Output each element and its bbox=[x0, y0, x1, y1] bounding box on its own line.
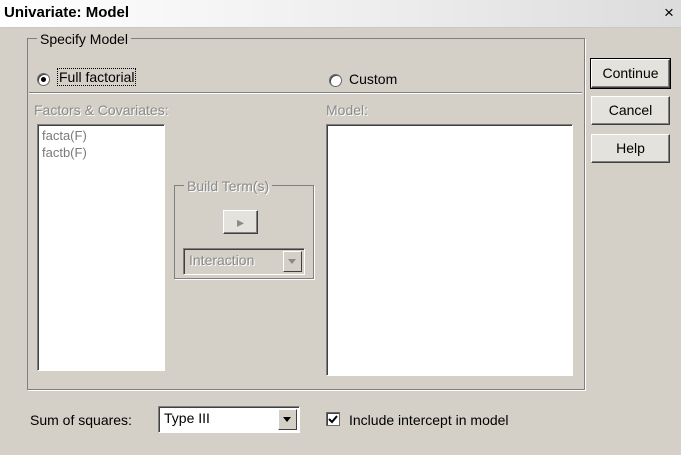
include-intercept-label[interactable]: Include intercept in model bbox=[349, 412, 509, 428]
group-separator bbox=[29, 92, 582, 94]
title-bar: Univariate: Model × bbox=[0, 0, 681, 28]
specify-model-legend: Specify Model bbox=[37, 31, 131, 47]
window-title: Univariate: Model bbox=[4, 4, 130, 21]
model-list[interactable] bbox=[326, 124, 573, 376]
chevron-down-icon[interactable] bbox=[278, 409, 297, 430]
list-item[interactable]: factb(F) bbox=[42, 145, 87, 160]
arrow-right-icon: ▸ bbox=[236, 214, 245, 230]
custom-label[interactable]: Custom bbox=[349, 71, 397, 87]
list-item[interactable]: facta(F) bbox=[42, 128, 87, 143]
sum-of-squares-select[interactable]: Type III bbox=[158, 406, 300, 433]
include-intercept-checkbox[interactable] bbox=[326, 412, 340, 426]
factors-covariates-label: Factors & Covariates: bbox=[34, 102, 169, 118]
full-factorial-radio[interactable] bbox=[37, 73, 50, 86]
continue-button[interactable]: Continue bbox=[590, 58, 671, 89]
build-terms-legend: Build Term(s) bbox=[184, 178, 273, 194]
sum-of-squares-value: Type III bbox=[164, 410, 210, 426]
full-factorial-label[interactable]: Full factorial bbox=[56, 68, 137, 86]
factors-covariates-list[interactable]: facta(F) factb(F) bbox=[37, 124, 165, 371]
build-term-type-value: Interaction bbox=[189, 252, 255, 268]
build-term-type-select[interactable]: Interaction bbox=[183, 248, 305, 275]
full-factorial-text: Full factorial bbox=[59, 69, 135, 85]
radio-selected-dot bbox=[41, 77, 46, 82]
chevron-down-icon[interactable] bbox=[283, 251, 302, 272]
cancel-button[interactable]: Cancel bbox=[591, 96, 670, 125]
close-button[interactable]: × bbox=[659, 3, 679, 23]
help-button[interactable]: Help bbox=[591, 134, 670, 163]
build-term-arrow-button[interactable]: ▸ bbox=[223, 210, 258, 234]
checkmark-icon bbox=[328, 415, 338, 424]
sum-of-squares-label: Sum of squares: bbox=[30, 412, 132, 428]
model-label: Model: bbox=[326, 102, 369, 118]
custom-radio[interactable] bbox=[329, 74, 342, 87]
dialog-body: Specify Model Full factorial Custom Fact… bbox=[0, 28, 681, 455]
